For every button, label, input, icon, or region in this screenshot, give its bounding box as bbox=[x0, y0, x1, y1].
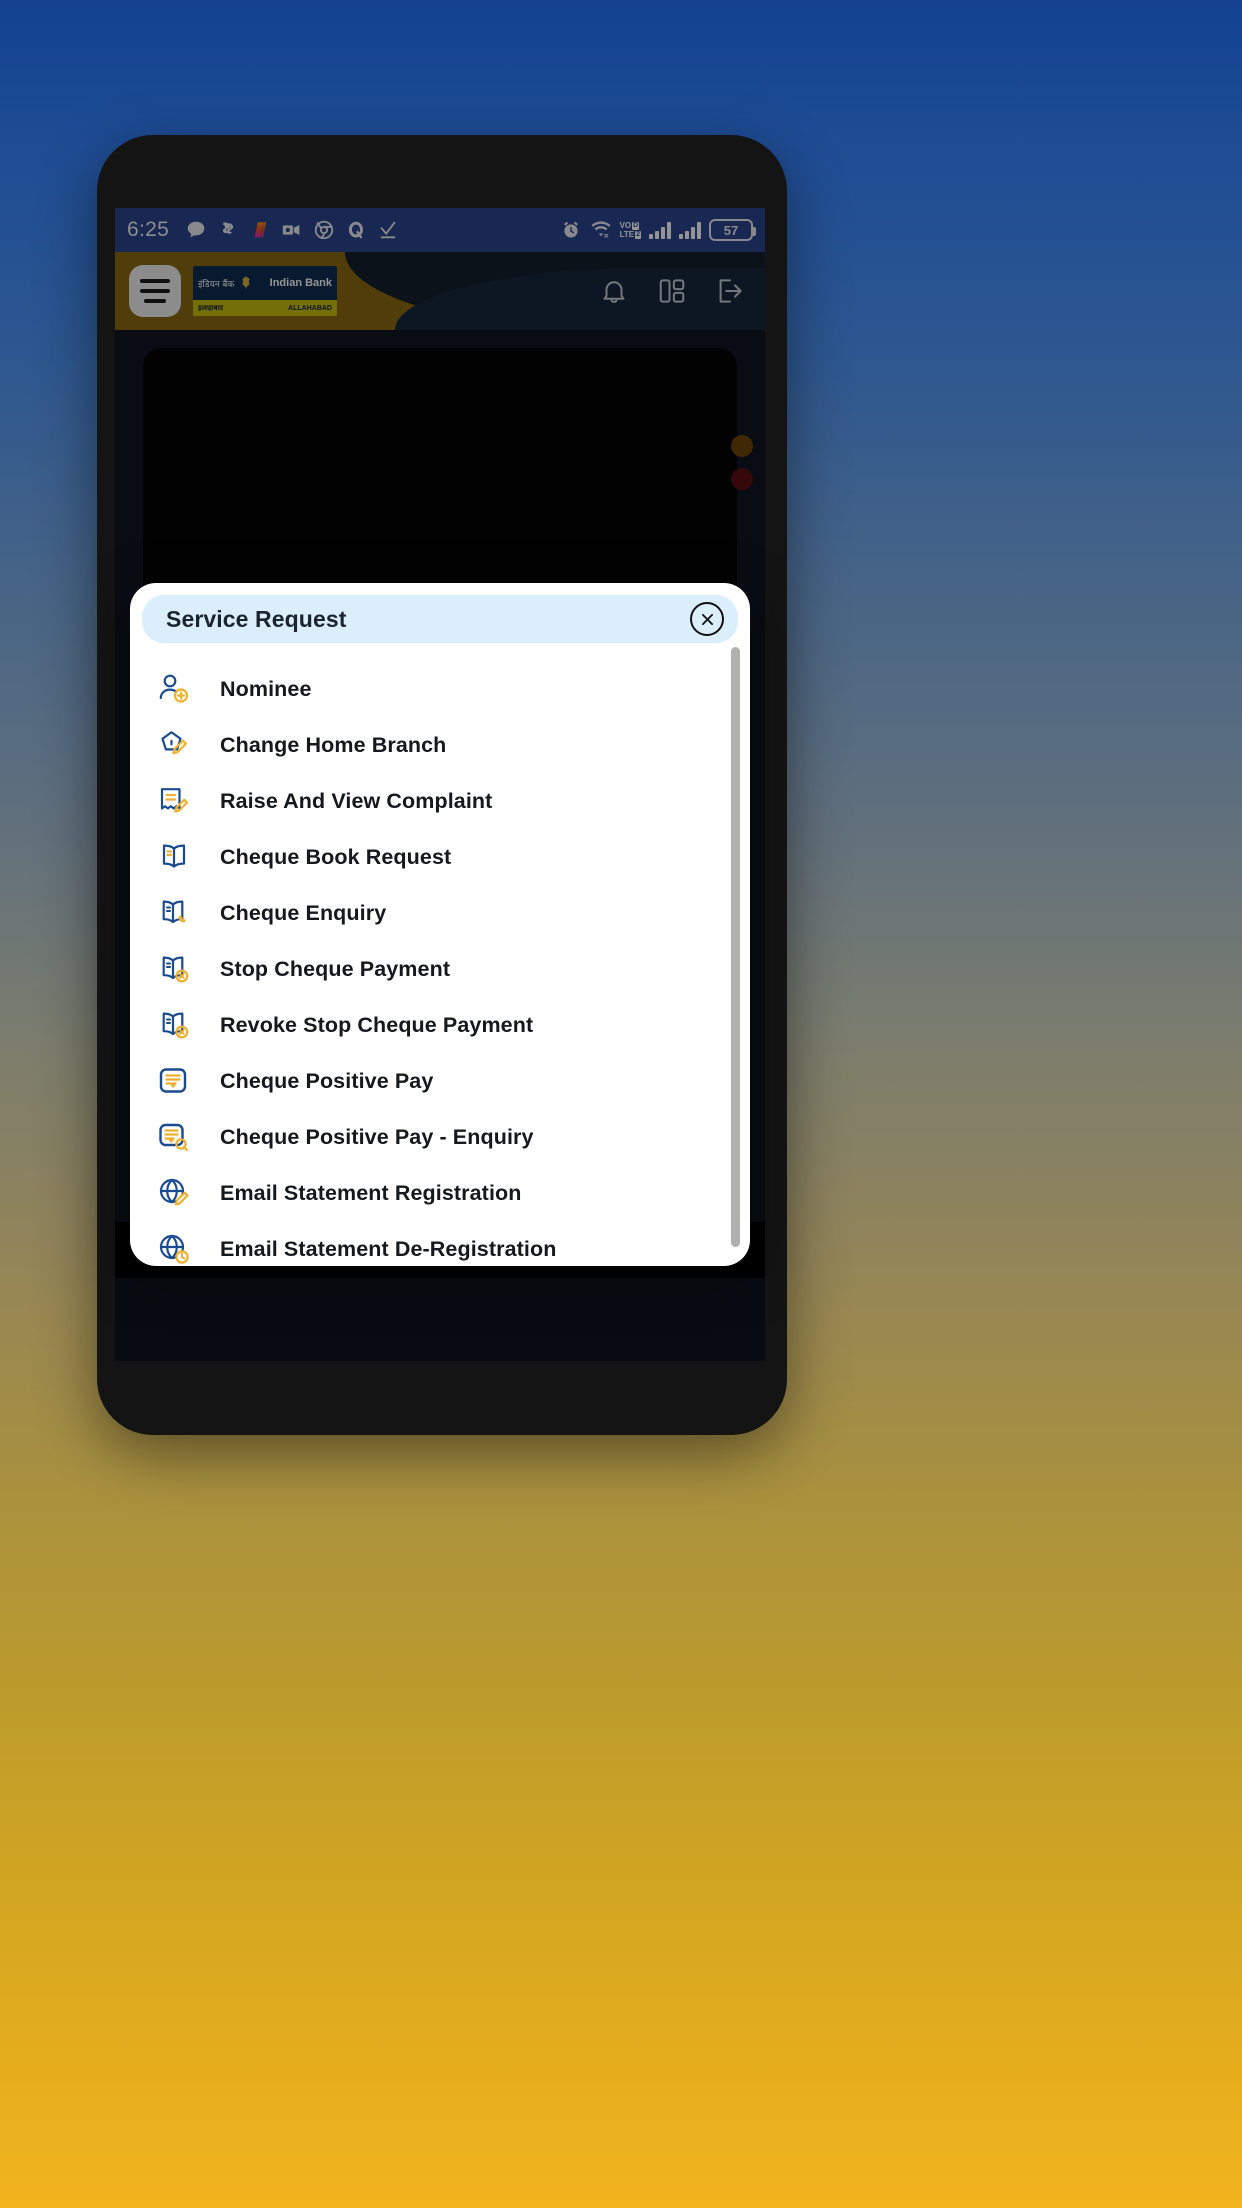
signal-icon-2 bbox=[679, 221, 701, 239]
service-request-dialog: Service Request Nominee Change Home Bran… bbox=[130, 583, 750, 1266]
bank-name-hindi: इंडियन बैंक bbox=[198, 278, 235, 289]
list-item-label: Revoke Stop Cheque Payment bbox=[220, 1012, 534, 1037]
list-item[interactable]: Change Home Branch bbox=[130, 717, 750, 773]
list-item-label: Email Statement Registration bbox=[220, 1180, 522, 1205]
close-icon[interactable] bbox=[690, 602, 724, 636]
bank-name-english: Indian Bank bbox=[269, 277, 332, 289]
skype-icon bbox=[222, 222, 234, 234]
background-dot-2 bbox=[731, 468, 753, 490]
hamburger-menu-icon[interactable] bbox=[129, 265, 181, 317]
list-item[interactable]: Cheque Positive Pay - Enquiry bbox=[130, 1109, 750, 1165]
list-item-label: Raise And View Complaint bbox=[220, 788, 493, 813]
signal-icon-1 bbox=[649, 221, 671, 239]
bank-sub-hindi: इलाहाबाद bbox=[198, 304, 224, 312]
user-add-icon bbox=[159, 674, 189, 703]
header-action-buttons bbox=[599, 276, 751, 306]
battery-indicator: 57 bbox=[709, 219, 756, 241]
volte-top-label: VO bbox=[619, 221, 632, 230]
list-item-label: Email Statement De-Registration bbox=[220, 1236, 557, 1261]
service-request-list[interactable]: Nominee Change Home Branch Raise And Vie… bbox=[130, 643, 750, 1266]
app-header: इंडियन बैंक Indian Bank इलाहाबाद ALLAHAB… bbox=[115, 252, 765, 330]
android-status-bar: 6:25 VO D LTE 2 57 bbox=[115, 208, 765, 252]
list-item[interactable]: Cheque Book Request bbox=[130, 829, 750, 885]
checkmark-icon bbox=[380, 221, 396, 239]
list-item[interactable]: Stop Cheque Payment bbox=[130, 941, 750, 997]
outlook-icon bbox=[282, 224, 300, 236]
list-item[interactable]: Nominee bbox=[130, 661, 750, 717]
status-bar-system-icons: VO D LTE 2 57 bbox=[560, 219, 756, 241]
bank-emblem-icon bbox=[242, 276, 250, 290]
cheque-positive-pay-icon bbox=[159, 1068, 187, 1093]
cheque-book-phone-icon bbox=[162, 900, 186, 924]
wifi-icon bbox=[591, 221, 611, 238]
cheque-book-stop-icon bbox=[162, 956, 189, 983]
list-item[interactable]: Revoke Stop Cheque Payment bbox=[130, 997, 750, 1053]
cheque-book-icon bbox=[162, 844, 186, 868]
list-item-label: Change Home Branch bbox=[220, 732, 447, 757]
volte-bottom-label: LTE bbox=[619, 230, 635, 239]
status-bar-notification-icons bbox=[185, 219, 399, 241]
indian-bank-logo: इंडियन बैंक Indian Bank इलाहाबाद ALLAHAB… bbox=[193, 266, 337, 316]
chrome-icon bbox=[314, 220, 334, 240]
logout-icon[interactable] bbox=[715, 276, 745, 306]
location-edit-icon bbox=[161, 731, 188, 755]
list-item[interactable]: Email Statement Registration bbox=[130, 1165, 750, 1221]
volte-icon: VO D LTE 2 bbox=[620, 221, 641, 239]
globe-clock-icon bbox=[159, 1234, 189, 1264]
alarm-icon bbox=[563, 221, 578, 238]
background-dot-1 bbox=[731, 435, 753, 457]
list-item-label: Stop Cheque Payment bbox=[220, 956, 451, 981]
list-item[interactable]: Cheque Positive Pay bbox=[130, 1053, 750, 1109]
notion-icon bbox=[254, 222, 267, 238]
quora-icon bbox=[348, 221, 364, 239]
list-item[interactable]: Cheque Enquiry bbox=[130, 885, 750, 941]
list-item[interactable]: Email Statement De-Registration bbox=[130, 1221, 750, 1266]
volte-sim-badge: 2 bbox=[635, 230, 641, 239]
chat-bubble-icon bbox=[187, 221, 205, 238]
status-bar-clock: 6:25 bbox=[127, 218, 170, 241]
list-item-label: Cheque Book Request bbox=[220, 844, 452, 869]
battery-level-label: 57 bbox=[723, 222, 739, 238]
volte-d-badge: D bbox=[632, 221, 640, 230]
list-scrollbar[interactable] bbox=[731, 647, 740, 1247]
dashboard-layout-icon[interactable] bbox=[657, 276, 687, 306]
list-item-label: Cheque Positive Pay bbox=[220, 1068, 434, 1093]
list-item-label: Nominee bbox=[220, 676, 312, 701]
notification-bell-icon[interactable] bbox=[599, 276, 629, 306]
list-item[interactable]: Raise And View Complaint bbox=[130, 773, 750, 829]
list-item-label: Cheque Enquiry bbox=[220, 900, 387, 925]
dialog-title: Service Request bbox=[166, 605, 347, 632]
cheque-book-stop-icon bbox=[162, 1012, 189, 1039]
list-item-label: Cheque Positive Pay - Enquiry bbox=[220, 1124, 534, 1149]
globe-edit-icon bbox=[159, 1178, 189, 1206]
cheque-positive-pay-search-icon bbox=[159, 1123, 189, 1152]
document-edit-icon bbox=[160, 788, 189, 813]
dialog-header: Service Request bbox=[142, 595, 738, 643]
bank-sub-english: ALLAHABAD bbox=[288, 304, 332, 312]
